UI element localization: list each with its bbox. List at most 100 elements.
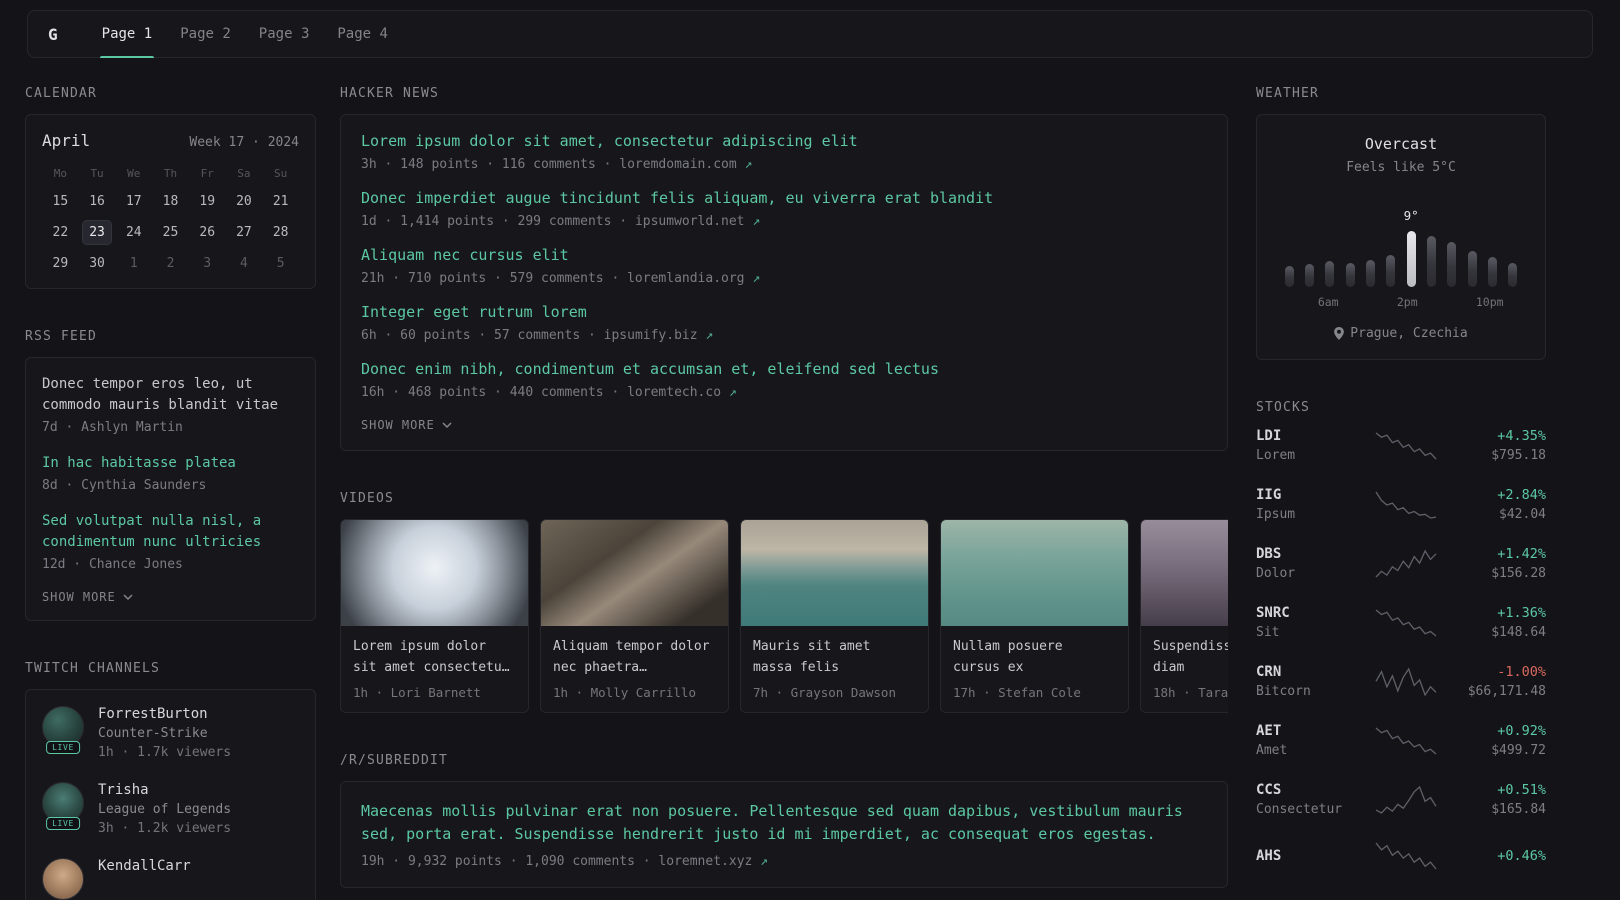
calendar-day[interactable]: 30: [82, 251, 112, 276]
hackernews-item-title[interactable]: Integer eget rutrum lorem: [361, 302, 1207, 323]
video-card[interactable]: Nullam posuere cursus ex 17h · Stefan Col…: [940, 519, 1129, 713]
channel-name[interactable]: Trisha: [98, 782, 231, 798]
stock-name: Sit: [1256, 625, 1280, 640]
video-row: Lorem ipsum dolor sit amet consectetu… 1h…: [340, 519, 1228, 713]
video-meta: 1h · Lori Barnett: [353, 685, 481, 700]
rss-item-title[interactable]: Sed volutpat nulla nisl, a condimentum n…: [42, 511, 299, 553]
stock-name: Amet: [1256, 743, 1288, 758]
calendar-day-selected[interactable]: 23: [82, 220, 113, 245]
video-card[interactable]: Mauris sit amet massa felis 7h · Grayson …: [740, 519, 929, 713]
video-title: Suspendisse diam: [1153, 639, 1228, 675]
rss-item-title[interactable]: In hac habitasse platea: [42, 453, 299, 474]
calendar-card: April Week 17 · 2024 Mo Tu We Th Fr Sa Su 15 16 1…: [25, 114, 316, 289]
video-meta: 18h · Tara: [1153, 685, 1228, 700]
tab-page-2[interactable]: Page 2: [166, 11, 245, 57]
stock-price: $156.28: [1491, 566, 1546, 581]
video-card[interactable]: Suspendisse diam 18h · Tara: [1140, 519, 1228, 713]
weather-time-label: [1279, 295, 1298, 309]
tab-page-1[interactable]: Page 1: [88, 11, 167, 58]
weather-bar-slot: [1381, 207, 1401, 287]
hackernews-item-domain: loremdomain.com: [619, 157, 737, 172]
rss-show-more-button[interactable]: SHOW MORE: [42, 590, 299, 604]
calendar-day[interactable]: 5: [266, 251, 296, 276]
calendar-day[interactable]: 27: [229, 220, 259, 245]
rss-item-title[interactable]: Donec tempor eros leo, ut commodo mauris…: [42, 374, 299, 416]
calendar-day[interactable]: 24: [119, 220, 149, 245]
hackernews-item-title[interactable]: Donec enim nibh, condimentum et accumsan…: [361, 359, 1207, 380]
calendar-day[interactable]: 29: [45, 251, 75, 276]
calendar-year: 2024: [267, 135, 299, 150]
weather-card: Overcast Feels like 5°C 9° 6am 2pm 10pm Pr…: [1256, 114, 1546, 360]
stocks-widget-header: STOCKS: [1256, 400, 1310, 415]
stock-row[interactable]: DBS Dolor +1.42% $156.28: [1256, 546, 1546, 581]
weather-bar-slot: [1503, 207, 1523, 287]
calendar-grid: Mo Tu We Th Fr Sa Su 15 16 17 18 19 20 21 22 23 24 25 26 27…: [42, 164, 299, 276]
hackernews-card: Lorem ipsum dolor sit amet, consectetur …: [340, 114, 1228, 451]
stock-price: $66,171.48: [1467, 684, 1546, 699]
dashboard-columns: CALENDAR April Week 17 · 2024 Mo Tu We Th Fr…: [0, 86, 1620, 900]
calendar-day[interactable]: 22: [45, 220, 75, 245]
calendar-day[interactable]: 21: [266, 189, 296, 214]
calendar-day[interactable]: 26: [192, 220, 222, 245]
calendar-day[interactable]: 19: [192, 189, 222, 214]
stock-row[interactable]: SNRC Sit +1.36% $148.64: [1256, 605, 1546, 640]
video-title: Nullam posuere cursus ex: [953, 639, 1063, 675]
stock-row[interactable]: CRN Bitcorn -1.00% $66,171.48: [1256, 664, 1546, 699]
hackernews-item-title[interactable]: Lorem ipsum dolor sit amet, consectetur …: [361, 131, 1207, 152]
tab-page-4[interactable]: Page 4: [323, 11, 402, 57]
stock-row[interactable]: AET Amet +0.92% $499.72: [1256, 723, 1546, 758]
stock-price: $165.84: [1491, 802, 1546, 817]
calendar-day[interactable]: 16: [82, 189, 112, 214]
weather-location: Prague, Czechia: [1273, 326, 1529, 341]
hackernews-item-meta-text: 21h · 710 points · 579 comments ·: [361, 271, 628, 286]
hackernews-item-title[interactable]: Donec imperdiet augue tincidunt felis al…: [361, 188, 1207, 209]
calendar-day[interactable]: 2: [155, 251, 185, 276]
channel-name[interactable]: KendallCarr: [98, 858, 191, 874]
calendar-day[interactable]: 17: [119, 189, 149, 214]
video-card[interactable]: Aliquam tempor dolor nec phaetra… 1h · Mo…: [540, 519, 729, 713]
stock-sparkline: [1375, 491, 1437, 519]
channel-game: League of Legends: [98, 802, 232, 817]
hackernews-item-meta: 21h · 710 points · 579 comments · loreml…: [361, 271, 1207, 286]
rss-item-meta: 8d · Cynthia Saunders: [42, 478, 207, 493]
hackernews-item-meta: 3h · 148 points · 116 comments · loremdo…: [361, 157, 1207, 172]
external-link-icon: ↗: [721, 385, 737, 400]
weather-time-label: [1377, 295, 1396, 309]
stock-row[interactable]: AHS +0.46%: [1256, 841, 1546, 871]
subreddit-post-title[interactable]: Maecenas mollis pulvinar erat non posuer…: [361, 800, 1207, 847]
weather-widget: WEATHER Overcast Feels like 5°C 9° 6am 2p…: [1256, 86, 1546, 360]
hackernews-item: Integer eget rutrum lorem 6h · 60 points …: [361, 302, 1207, 343]
twitch-channel-row[interactable]: LIVE Trisha League of Legends 3h · 1.2k vie…: [42, 782, 299, 836]
weather-bar: [1467, 251, 1477, 287]
location-pin-icon: [1334, 327, 1345, 340]
video-card[interactable]: Lorem ipsum dolor sit amet consectetu… 1h…: [340, 519, 529, 713]
hackernews-show-more-button[interactable]: SHOW MORE: [361, 418, 1207, 432]
calendar-day[interactable]: 28: [266, 220, 296, 245]
calendar-day[interactable]: 25: [155, 220, 185, 245]
twitch-channel-row[interactable]: KendallCarr: [42, 858, 299, 900]
calendar-day-header: Sa: [237, 167, 251, 180]
weather-bar-slot: [1482, 207, 1502, 287]
calendar-day[interactable]: 20: [229, 189, 259, 214]
stock-row[interactable]: LDI Lorem +4.35% $795.18: [1256, 428, 1546, 463]
twitch-channel-list: LIVE ForrestBurton Counter-Strike 1h · 1.7k…: [42, 706, 299, 900]
calendar-day[interactable]: 3: [192, 251, 222, 276]
stock-row[interactable]: IIG Ipsum +2.84% $42.04: [1256, 487, 1546, 522]
right-column: WEATHER Overcast Feels like 5°C 9° 6am 2p…: [1256, 86, 1546, 900]
stock-row[interactable]: CCS Consectetur +0.51% $165.84: [1256, 782, 1546, 817]
stock-name: Ipsum: [1256, 507, 1296, 522]
calendar-day[interactable]: 1: [119, 251, 149, 276]
channel-avatar: [42, 858, 84, 900]
stocks-list: LDI Lorem +4.35% $795.18 IIG Ipsum +2.84% $42.0…: [1256, 428, 1546, 871]
app-logo[interactable]: G: [48, 11, 58, 57]
twitch-channel-row[interactable]: LIVE ForrestBurton Counter-Strike 1h · 1.7k…: [42, 706, 299, 760]
calendar-day[interactable]: 4: [229, 251, 259, 276]
hackernews-item-title[interactable]: Aliquam nec cursus elit: [361, 245, 1207, 266]
stock-change: +2.84%: [1497, 487, 1546, 503]
channel-name[interactable]: ForrestBurton: [98, 706, 231, 722]
stock-change: -1.00%: [1497, 664, 1546, 680]
tab-page-3[interactable]: Page 3: [245, 11, 324, 57]
calendar-day[interactable]: 15: [45, 189, 75, 214]
weather-time-label: [1418, 295, 1437, 309]
calendar-day[interactable]: 18: [155, 189, 185, 214]
